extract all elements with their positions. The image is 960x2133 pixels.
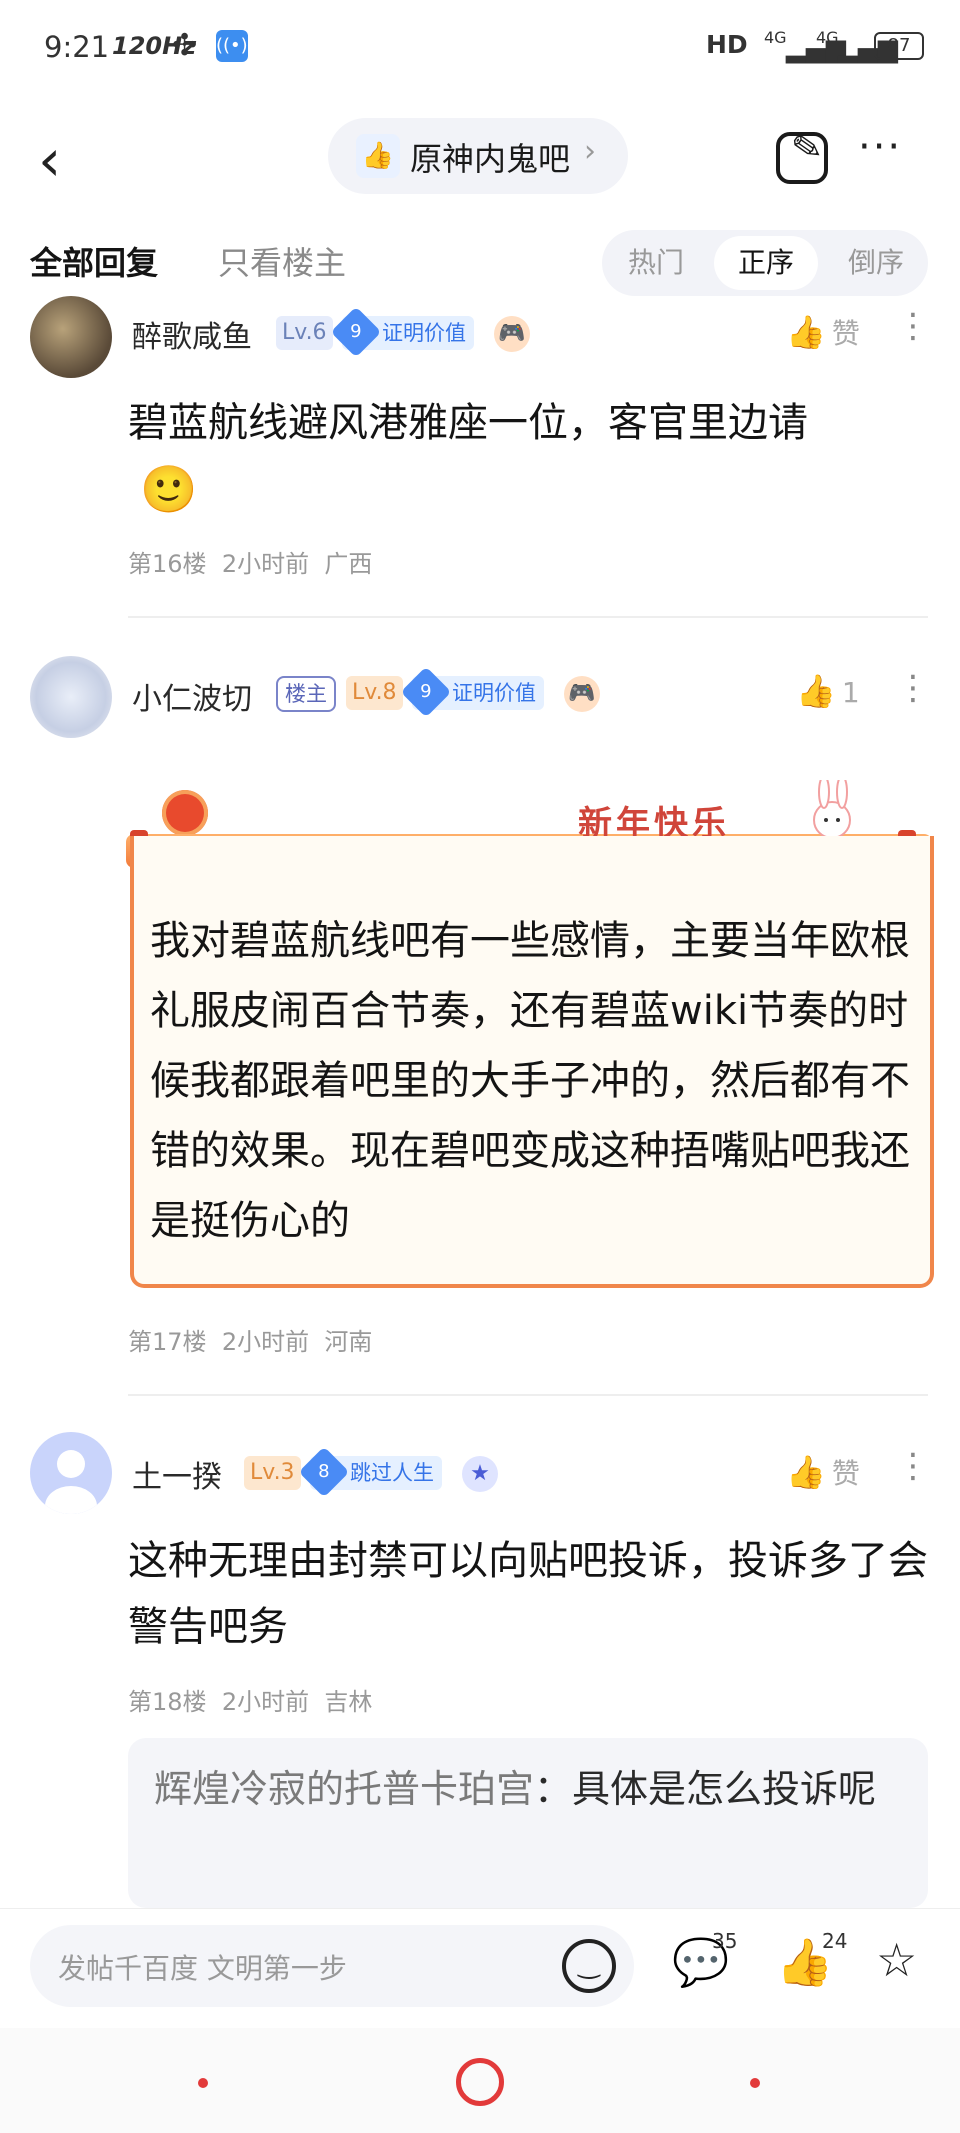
honor-gem-icon: 9 [400, 666, 452, 718]
chevron-right-icon: › [584, 134, 596, 169]
comment-placeholder: 发帖千百度 文明第一步 [58, 1952, 347, 1985]
default-avatar-icon [45, 1450, 97, 1514]
owner-tag: 楼主 [276, 676, 336, 712]
divider [128, 616, 928, 618]
status-time: 9:21 [44, 30, 110, 64]
more-icon[interactable]: ··· [858, 124, 902, 170]
rank-badge-icon: ★ [462, 1456, 498, 1492]
forum-logo-icon: 👍 [356, 134, 400, 178]
smile-emoji-icon: 🙂 [140, 462, 198, 516]
network-label: HD [706, 30, 748, 59]
fan-icon: ✣ [172, 28, 198, 63]
level-badge: Lv.3 [244, 1456, 301, 1490]
home-icon[interactable] [456, 2058, 504, 2106]
level-badge: Lv.8 [346, 676, 403, 710]
honor-gem-icon: 8 [298, 1446, 350, 1498]
post-meta: 第16楼 2小时前 广西 [128, 550, 373, 578]
more-vert-icon[interactable]: ⋮ [896, 668, 930, 708]
comment-input[interactable]: 发帖千百度 文明第一步 ‿ [30, 1925, 634, 2007]
post-content: 我对碧蓝航线吧有一些感情，主要当年欧根礼服皮闹百合节奏，还有碧蓝wiki节奏的时… [150, 918, 910, 1244]
more-vert-icon[interactable]: ⋮ [896, 306, 930, 346]
sub-reply[interactable]: 辉煌冷寂的托普卡珀宫：具体是怎么投诉呢 [128, 1738, 928, 1908]
username[interactable]: 小仁波切 [132, 674, 252, 718]
sim2-label: 4G [816, 28, 839, 47]
thumb-up-icon: 👍 [786, 1453, 826, 1491]
thumb-up-icon: 👍 [786, 313, 826, 351]
post-content: 碧蓝航线避风港雅座一位，客官里边请 [128, 400, 808, 446]
edit-icon[interactable]: ✎ [776, 126, 828, 184]
sort-hot[interactable]: 热门 [604, 236, 708, 290]
post-meta: 第18楼 2小时前 吉林 [128, 1688, 373, 1716]
level-badge: Lv.6 [276, 316, 333, 350]
back-icon[interactable] [750, 2078, 760, 2088]
sub-reply-text: 辉煌冷寂的托普卡珀宫：具体是怎么投诉呢 [154, 1767, 877, 1811]
sort-toggle: 热门 正序 倒序 [602, 230, 928, 296]
divider [128, 1394, 928, 1396]
back-arrow-icon[interactable]: ‹ [38, 131, 78, 189]
username[interactable]: 醉歌咸鱼 [132, 312, 252, 356]
battery-icon: 87 [874, 32, 924, 60]
username[interactable]: 土一揆 [132, 1452, 222, 1496]
like-button[interactable]: 👍 赞 [786, 312, 860, 352]
sort-descending[interactable]: 倒序 [824, 236, 928, 290]
nfc-icon: ((•)) [216, 30, 255, 62]
status-bar: 9:21 120Hz ✣ ((•)) HD 4G ▂▄▆ 4G ▂▄▆ 87 [0, 0, 960, 96]
reply-author[interactable]: 辉煌冷寂的托普卡珀宫 [154, 1767, 534, 1811]
comment-count: 35 [712, 1929, 738, 1953]
honor-badge: 9 证明价值 [400, 666, 544, 718]
forum-title-pill[interactable]: 👍 原神内鬼吧 › [328, 118, 628, 194]
post-meta: 第17楼 2小时前 河南 [128, 1328, 373, 1356]
tab-all-replies[interactable]: 全部回复 [30, 238, 158, 284]
avatar[interactable] [30, 656, 112, 738]
post-content: 这种无理由封禁可以向贴吧投诉，投诉多了会警告吧务 [128, 1538, 928, 1650]
tab-owner-only[interactable]: 只看楼主 [218, 238, 346, 284]
recent-apps-icon[interactable] [198, 2078, 208, 2088]
reply-tabs: 全部回复 只看楼主 热门 正序 倒序 [0, 226, 960, 308]
avatar[interactable] [30, 296, 112, 378]
thumb-up-icon: 👍 [796, 672, 836, 710]
like-count: 24 [822, 1929, 848, 1953]
bottom-action-bar: 发帖千百度 文明第一步 ‿ 💬 35 👍 24 ☆ [0, 1908, 960, 2029]
forum-name: 原神内鬼吧 [410, 140, 571, 178]
system-nav-bar [0, 2028, 960, 2133]
gamepad-badge-icon: 🎮 [564, 676, 600, 712]
lantern-icon [162, 790, 208, 836]
gamepad-badge-icon: 🎮 [494, 316, 530, 352]
more-vert-icon[interactable]: ⋮ [896, 1446, 930, 1486]
like-button[interactable]: 👍 赞 [786, 1452, 860, 1492]
emoji-icon[interactable]: ‿ [562, 1939, 616, 1993]
top-nav: ‹ 👍 原神内鬼吧 › ✎ ··· [0, 110, 960, 210]
sim1-label: 4G [764, 28, 787, 47]
sort-ascending[interactable]: 正序 [714, 236, 818, 290]
star-icon[interactable]: ☆ [876, 1933, 917, 1987]
avatar[interactable] [30, 1432, 112, 1514]
honor-badge: 8 跳过人生 [298, 1446, 442, 1498]
honor-badge: 9 证明价值 [330, 306, 474, 358]
honor-gem-icon: 9 [330, 306, 382, 358]
like-button[interactable]: 👍 1 [796, 672, 860, 710]
